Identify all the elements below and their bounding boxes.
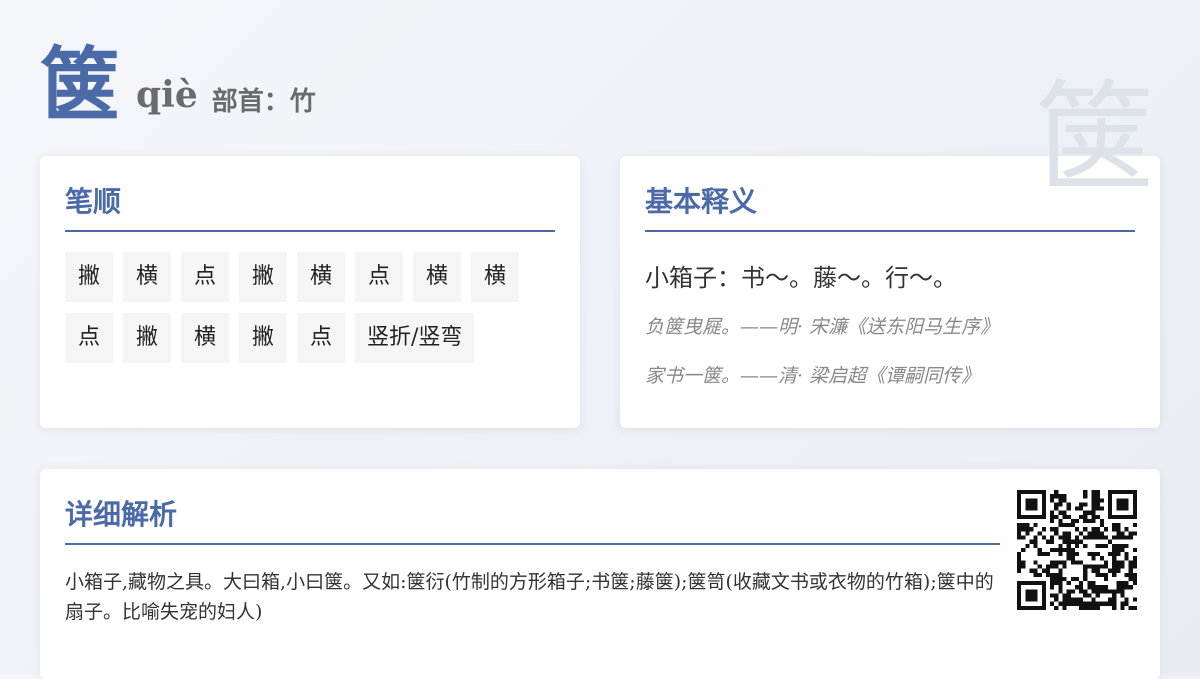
stroke-item: 撇 bbox=[123, 313, 171, 363]
page-header: 箧 qiè 部首：竹 bbox=[40, 40, 316, 130]
stroke-item: 点 bbox=[65, 313, 113, 363]
radical: 部首：竹 bbox=[211, 87, 316, 117]
example-quote: 家书一箧。——清· 梁启超《谭嗣同传》 bbox=[645, 365, 981, 387]
pinyin: qiè bbox=[136, 74, 198, 116]
stroke-item: 点 bbox=[181, 252, 229, 302]
detailed-analysis-text: 小箱子,藏物之具。大曰箱,小曰箧。又如:箧衍(竹制的方形箱子;书箧;藤箧);箧笥… bbox=[65, 571, 994, 623]
stroke-item: 撇 bbox=[239, 252, 287, 302]
basic-definition-card: 基本释义 小箱子：书～。藤～。行～。 负箧曳屣。——明· 宋濂《送东阳马生序》 … bbox=[620, 156, 1160, 428]
detailed-analysis-card: 详细解析 小箱子,藏物之具。大曰箱,小曰箧。又如:箧衍(竹制的方形箱子;书箧;藤… bbox=[40, 469, 1160, 679]
stroke-item: 横 bbox=[123, 252, 171, 302]
qr-code-icon[interactable] bbox=[1017, 490, 1137, 610]
stroke-item: 横 bbox=[297, 252, 345, 302]
stroke-item: 撇 bbox=[239, 313, 287, 363]
stroke-order-card: 笔顺 撇横点撇横点横横点撇横撇点竖折/竖弯 bbox=[40, 156, 580, 428]
basic-definition-title: 基本释义 bbox=[645, 184, 1135, 232]
stroke-item: 点 bbox=[297, 313, 345, 363]
stroke-order-title: 笔顺 bbox=[65, 184, 555, 232]
detailed-analysis-title: 详细解析 bbox=[65, 497, 1000, 545]
stroke-item: 撇 bbox=[65, 252, 113, 302]
stroke-item: 竖折/竖弯 bbox=[355, 313, 475, 363]
main-character: 箧 bbox=[40, 38, 120, 132]
definition-text: 小箱子：书～。藤～。行～。 bbox=[645, 264, 957, 292]
stroke-item: 横 bbox=[413, 252, 461, 302]
stroke-item: 横 bbox=[181, 313, 229, 363]
stroke-item: 点 bbox=[355, 252, 403, 302]
stroke-list: 撇横点撇横点横横点撇横撇点竖折/竖弯 bbox=[65, 252, 555, 374]
stroke-item: 横 bbox=[471, 252, 519, 302]
example-quote: 负箧曳屣。——明· 宋濂《送东阳马生序》 bbox=[645, 316, 1000, 338]
